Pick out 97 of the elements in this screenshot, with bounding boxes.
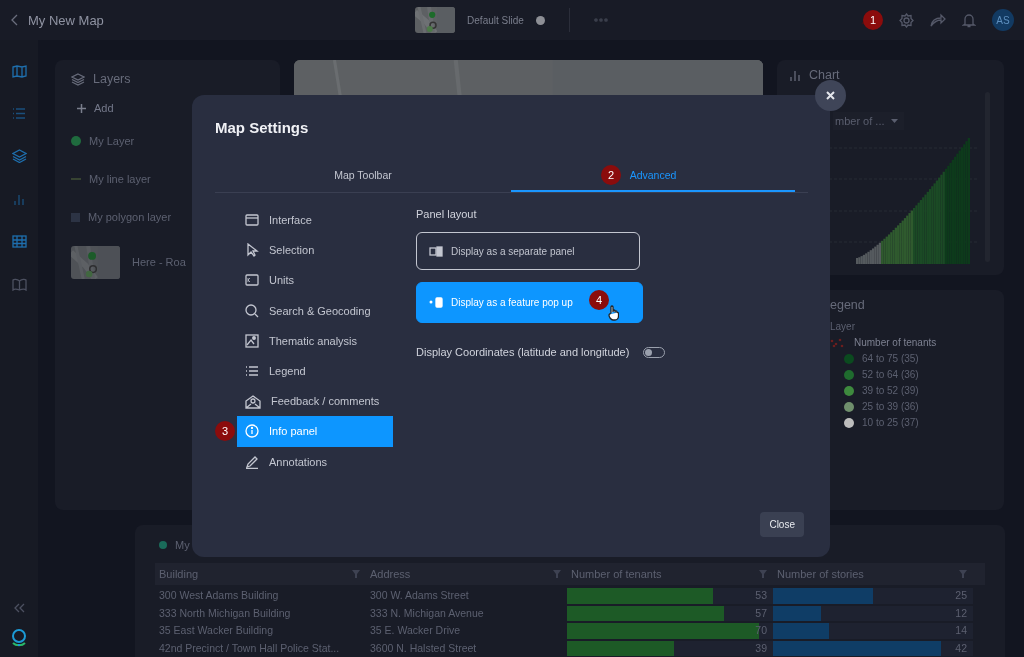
table-cell-text: 57: [755, 605, 768, 621]
column-header[interactable]: Number of tenants: [571, 568, 662, 580]
list-icon: [245, 364, 259, 379]
table-cell-text: 333 North Michigan Building: [158, 605, 292, 621]
window-icon: [245, 213, 259, 228]
layer-name[interactable]: My line layer: [89, 173, 151, 185]
step-badge: 3: [215, 421, 235, 442]
table-cell-text: 25: [955, 588, 968, 603]
point-cluster-icon: [830, 337, 844, 348]
polygon-icon: [71, 212, 80, 222]
settings-icon[interactable]: [899, 12, 914, 28]
settings-menu-item[interactable]: Thematic analysis: [237, 325, 393, 356]
legend-label: 10 to 25 (37): [862, 417, 919, 428]
settings-menu-item[interactable]: Info panel: [237, 416, 393, 447]
table-cell-text: 35 East Wacker Building: [158, 623, 274, 638]
column-header[interactable]: Address: [370, 568, 411, 580]
close-button[interactable]: Close: [760, 512, 804, 537]
layout-option[interactable]: Display as a separate panel: [416, 232, 640, 270]
popup-icon: [429, 297, 443, 308]
slide-name[interactable]: Default Slide: [467, 14, 524, 26]
map-icon[interactable]: [11, 65, 27, 78]
panel-icon: [429, 245, 443, 257]
more-icon[interactable]: [593, 18, 608, 22]
back-icon[interactable]: [10, 13, 20, 27]
slide-status-dot: [535, 15, 545, 25]
settings-menu-item[interactable]: Search & Geocoding: [237, 295, 393, 326]
legend-label: 64 to 75 (35): [862, 353, 919, 364]
layer-name[interactable]: My polygon layer: [88, 211, 172, 223]
layer-name[interactable]: Here - Roa: [132, 256, 186, 268]
map-title: My New Map: [28, 12, 104, 28]
table-cell-text: 39: [755, 640, 768, 656]
legend-label: 25 to 39 (36): [862, 401, 919, 412]
envelope-person-icon: [245, 393, 261, 409]
legend-layer-name: Layer: [830, 321, 856, 332]
user-avatar[interactable]: AS: [992, 9, 1014, 31]
caret-icon: [890, 118, 898, 124]
layers-icon[interactable]: [11, 149, 27, 163]
legend-field: Number of tenants: [854, 337, 937, 348]
filter-icon[interactable]: [959, 570, 967, 578]
bar-chart-icon: [789, 69, 801, 81]
search-icon: [245, 303, 259, 318]
filter-icon[interactable]: [352, 570, 360, 578]
layer-dot-icon: [71, 136, 81, 146]
column-header[interactable]: Number of stories: [777, 568, 864, 580]
legend-label: 39 to 52 (39): [862, 385, 919, 396]
step-badge: 2: [601, 165, 621, 185]
panel-title: Chart: [809, 68, 840, 82]
section-title: Panel layout: [416, 208, 477, 220]
layer-name[interactable]: My Layer: [89, 135, 135, 147]
table-title: My: [175, 539, 190, 551]
share-icon[interactable]: [930, 13, 946, 27]
table-cell-text: 14: [955, 623, 968, 638]
table-cell-text: 300 West Adams Building: [158, 588, 280, 603]
settings-menu-item[interactable]: Legend: [237, 355, 393, 387]
settings-menu-item[interactable]: Feedback / comments: [237, 386, 393, 417]
table-cell-text: 333 N. Michigan Avenue: [369, 605, 485, 621]
pencil-icon: [245, 454, 259, 469]
tab[interactable]: Map Toolbar: [215, 159, 511, 192]
bell-icon[interactable]: [962, 12, 976, 28]
filter-icon[interactable]: [553, 570, 561, 578]
globe-logo-icon: [9, 627, 29, 647]
panel-title: Layers: [93, 72, 131, 86]
settings-menu-item[interactable]: Units: [237, 265, 393, 296]
settings-menu-item[interactable]: Selection: [237, 235, 393, 266]
book-icon[interactable]: [11, 278, 27, 291]
info-icon: [245, 424, 259, 439]
list-icon[interactable]: [12, 108, 26, 119]
step-badge: 4: [589, 290, 609, 310]
column-header[interactable]: Building: [159, 568, 199, 580]
add-layer-link[interactable]: Add: [94, 102, 114, 114]
ruler-icon: [245, 273, 259, 288]
layout-option[interactable]: Display as a feature pop up 4: [416, 282, 643, 323]
legend-label: 52 to 64 (36): [862, 369, 919, 380]
dialog-title: Map Settings: [215, 119, 310, 136]
table-cell-text: 70: [755, 623, 768, 638]
collapse-icon[interactable]: [13, 603, 25, 613]
image-icon: [245, 333, 259, 348]
table-cell-text: 35 E. Wacker Drive: [369, 623, 462, 638]
plus-icon[interactable]: [77, 103, 86, 113]
hand-cursor-icon: [608, 305, 619, 321]
filter-icon[interactable]: [759, 570, 767, 578]
table-icon[interactable]: [11, 235, 27, 248]
table-cell-text: 12: [955, 605, 968, 621]
layers-icon: [71, 72, 85, 86]
table-cell-text: 53: [755, 588, 768, 603]
settings-menu-item[interactable]: Interface: [237, 205, 393, 236]
bar-chart-icon[interactable]: [13, 193, 25, 205]
panel-title: egend: [830, 298, 866, 312]
table-cell-text: 42nd Precinct / Town Hall Police Stat...: [158, 640, 341, 656]
layer-dot-icon: [159, 541, 167, 549]
table-cell-text: 300 W. Adams Street: [369, 588, 470, 603]
pointer-icon: [245, 243, 259, 258]
table-cell-text: 3600 N. Halsted Street: [369, 640, 478, 656]
step-badge: 1: [863, 10, 883, 30]
table-cell-text: 42: [955, 640, 968, 656]
settings-menu-item[interactable]: Annotations: [237, 446, 393, 477]
toggle-label: Display Coordinates (latitude and longitude): [416, 346, 630, 358]
